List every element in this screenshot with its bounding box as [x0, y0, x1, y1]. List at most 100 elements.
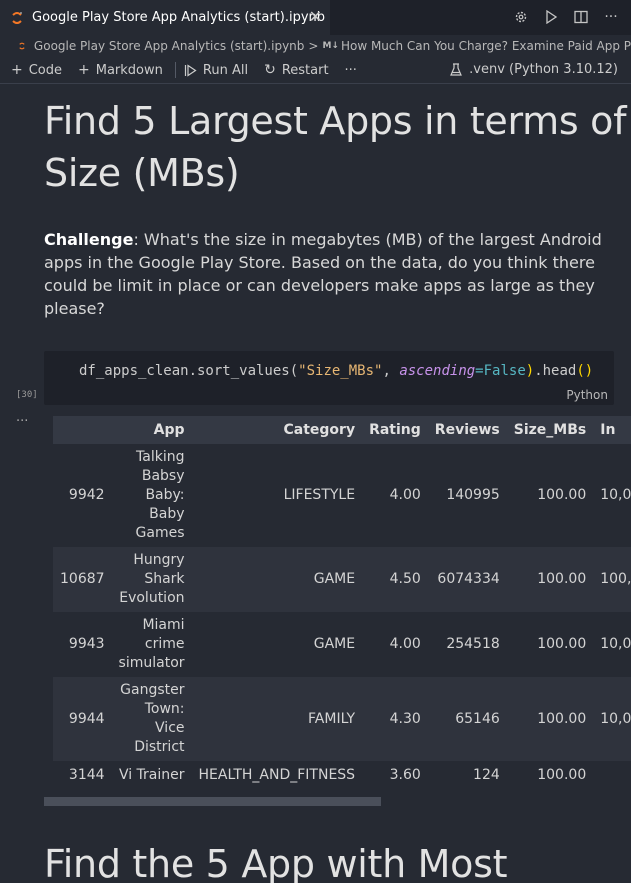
- code-equals: =: [475, 363, 484, 379]
- column-header: Size_MBs: [513, 422, 587, 438]
- flask-icon: [450, 62, 463, 76]
- heading-largest-apps-line1: Find 5 Largest Apps in terms of: [44, 99, 627, 143]
- code-close-paren: ): [525, 363, 535, 379]
- challenge-label: Challenge: [44, 230, 134, 249]
- breadcrumb-file[interactable]: Google Play Store App Analytics (start).…: [34, 39, 304, 53]
- plus-icon: +: [11, 62, 23, 78]
- column-header: [53, 416, 112, 444]
- more-toolbar-button[interactable]: ···: [345, 63, 357, 78]
- cell-rating: 4.50: [389, 571, 421, 587]
- cell-language[interactable]: Python: [566, 388, 608, 402]
- code-line[interactable]: df_apps_clean.sort_values("Size_MBs", as…: [79, 363, 593, 379]
- row-index: 9944: [68, 710, 105, 727]
- cell-installs: 10,00: [600, 710, 631, 727]
- restart-icon: ↻: [264, 62, 276, 78]
- table-row: 10687 Hungry Shark Evolution GAME 4.50 6…: [53, 547, 631, 612]
- cell-category: GAME: [313, 571, 356, 587]
- restart-button[interactable]: ↻ Restart: [264, 62, 328, 78]
- cell-rating: 4.30: [389, 710, 421, 727]
- add-code-button[interactable]: + Code: [11, 62, 62, 78]
- breadcrumb-separator: >: [308, 39, 319, 53]
- column-header: App: [153, 422, 185, 438]
- run-icon[interactable]: [543, 8, 559, 26]
- table-row: 9942 Talking Babsy Baby: Baby Games LIFE…: [53, 444, 631, 547]
- cell-category: FAMILY: [308, 710, 356, 727]
- code-cell[interactable]: df_apps_clean.sort_values("Size_MBs", as…: [44, 351, 614, 405]
- more-actions-icon[interactable]: ···: [603, 8, 619, 26]
- cell-category: HEALTH_AND_FITNESS: [198, 766, 356, 783]
- tab-bar: Google Play Store App Analytics (start).…: [0, 0, 631, 35]
- tab-title: Google Play Store App Analytics (start).…: [32, 10, 326, 25]
- run-all-button[interactable]: Run All: [184, 63, 248, 78]
- jupyter-icon: [19, 42, 25, 50]
- cell-app: Miami crime simulator: [118, 617, 185, 671]
- cell-rating: 4.00: [389, 636, 421, 652]
- challenge-paragraph: Challenge: What's the size in megabytes …: [44, 228, 604, 320]
- markdown-icon: M↓: [322, 41, 339, 51]
- row-index: 3144: [68, 766, 105, 783]
- row-index: 10687: [60, 571, 105, 587]
- cell-reviews: 140995: [446, 487, 500, 503]
- table-row: 9944 Gangster Town: Vice District FAMILY…: [53, 677, 631, 761]
- cell-app: Talking Babsy Baby: Baby Games: [135, 449, 185, 541]
- table-header-row: App Category Rating Reviews Size_MBs In: [53, 416, 631, 444]
- breadcrumb-section[interactable]: How Much Can You Charge? Examine Paid Ap…: [341, 39, 631, 53]
- column-header: Reviews: [434, 422, 500, 438]
- code-call: df_apps_clean.sort_values(: [79, 363, 299, 379]
- code-string-arg: "Size_MBs": [298, 363, 383, 379]
- cell-size: 100.00: [537, 571, 587, 587]
- cell-size: 100.00: [537, 710, 587, 727]
- cell-category: LIFESTYLE: [283, 487, 356, 503]
- cell-reviews: 6074334: [437, 571, 500, 587]
- editor-actions: ···: [513, 8, 619, 26]
- cell-installs: 10,00: [600, 636, 631, 652]
- notebook-toolbar: + Code + Markdown Run All ↻ Restart ··· …: [0, 57, 631, 84]
- add-code-label: Code: [28, 62, 63, 78]
- add-markdown-button[interactable]: + Markdown: [78, 62, 163, 78]
- split-editor-icon[interactable]: [573, 8, 589, 26]
- gear-icon[interactable]: [513, 8, 529, 26]
- row-index: 9943: [68, 636, 105, 652]
- run-all-icon: [184, 63, 197, 77]
- column-header: Category: [283, 422, 356, 438]
- code-kwarg: ascending: [399, 363, 476, 379]
- cell-size: 100.00: [537, 766, 587, 783]
- restart-label: Restart: [281, 62, 329, 78]
- table-row: 3144 Vi Trainer HEALTH_AND_FITNESS 3.60 …: [53, 761, 631, 786]
- cell-rating: 4.00: [389, 487, 421, 503]
- output-more-icon[interactable]: ···: [16, 414, 28, 429]
- notebook-tab[interactable]: Google Play Store App Analytics (start).…: [0, 0, 330, 35]
- cell-reviews: 254518: [446, 636, 500, 652]
- kernel-picker[interactable]: .venv (Python 3.10.12): [449, 62, 618, 77]
- close-icon[interactable]: ✕: [309, 9, 322, 25]
- cell-app: Vi Trainer: [118, 766, 185, 783]
- cell-rating: 3.60: [389, 766, 421, 783]
- execution-count: [30]: [16, 390, 38, 400]
- cell-installs: 10,00: [600, 487, 631, 503]
- jupyter-icon: [12, 11, 22, 24]
- more-icon: ···: [344, 62, 357, 78]
- table-row: 9943 Miami crime simulator GAME 4.00 254…: [53, 612, 631, 677]
- cell-category: GAME: [313, 636, 356, 652]
- heading-largest-apps-line2: Size (MBs): [44, 151, 240, 195]
- row-index: 9942: [68, 487, 105, 503]
- cell-app: Hungry Shark Evolution: [119, 552, 185, 606]
- code-bool: False: [483, 363, 526, 379]
- breadcrumb: Google Play Store App Analytics (start).…: [0, 35, 631, 57]
- cell-size: 100.00: [537, 487, 587, 503]
- horizontal-scrollbar[interactable]: [44, 797, 381, 806]
- column-header: In: [600, 422, 616, 438]
- cell-app: Gangster Town: Vice District: [120, 682, 185, 755]
- column-header: Rating: [369, 422, 421, 438]
- cell-reviews: 124: [473, 766, 500, 783]
- kernel-label: .venv (Python 3.10.12): [469, 62, 618, 77]
- cell-installs: 100,00: [600, 571, 631, 587]
- code-call-parens: (): [576, 363, 594, 379]
- toolbar-divider: [174, 62, 176, 78]
- output-table-container: App Category Rating Reviews Size_MBs In …: [53, 416, 631, 786]
- cell-reviews: 65146: [455, 710, 500, 727]
- cell-installs: [593, 761, 631, 786]
- plus-icon: +: [78, 62, 90, 78]
- heading-most-reviews: Find the 5 App with Most: [44, 842, 508, 883]
- output-table: App Category Rating Reviews Size_MBs In …: [53, 416, 631, 786]
